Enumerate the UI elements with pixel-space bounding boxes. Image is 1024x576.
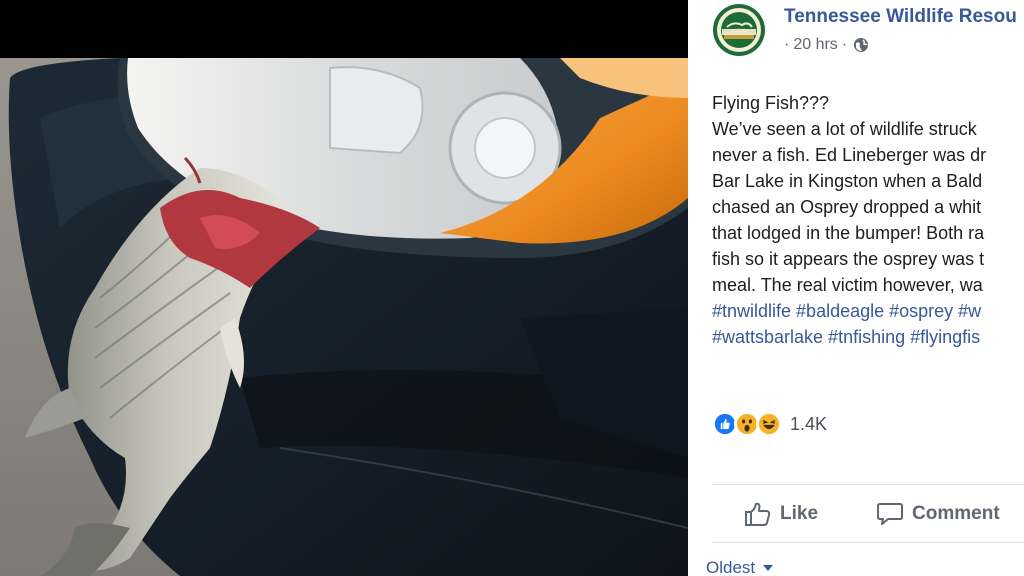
comment-sort-label: Oldest [706,558,756,576]
photo-viewer [0,0,688,576]
reaction-count[interactable]: 1.4K [790,414,827,435]
post-text-line: fish so it appears the osprey was t [712,249,985,269]
post-meta: · 20 hrs · [784,36,869,54]
post-text-line: Bar Lake in Kingston when a Bald [712,171,983,191]
globe-icon[interactable] [853,37,869,53]
divider [712,484,1024,485]
meta-separator: · [841,36,848,53]
post-text-line: that lodged in the bumper! Both ra [712,223,985,243]
post-text-line: never a fish. Ed Lineberger was dr [712,145,987,165]
reactions-summary[interactable]: 1.4K [712,410,827,438]
like-label: Like [780,503,819,524]
like-button[interactable]: Like [744,501,818,527]
avatar[interactable] [712,3,766,57]
hashtag-line[interactable]: #wattsbarlake #tnfishing #flyingfis [712,324,1024,350]
post-timestamp[interactable]: 20 hrs [793,36,837,54]
comment-label: Comment [912,503,1000,524]
divider [712,542,1024,543]
post-message: Flying Fish??? We’ve seen a lot of wildl… [712,90,1024,350]
fish-in-bumper-photo [0,58,688,576]
page-name-link[interactable]: Tennessee Wildlife Resou [784,6,1017,28]
post-action-bar: Like Comment [712,488,1024,540]
agency-logo-icon [713,4,765,56]
post-header: Tennessee Wildlife Resou · 20 hrs · [688,0,1024,60]
post-text-line: meal. The real victim however, wa [712,275,983,295]
hashtag-line[interactable]: #tnwildlife #baldeagle #osprey #w [712,298,1024,324]
post-text-line: Flying Fish??? [712,93,830,113]
comment-sort-dropdown[interactable]: Oldest [706,558,774,576]
post-panel: Tennessee Wildlife Resou · 20 hrs · Flyi… [688,0,1024,576]
haha-reaction-icon [756,411,782,437]
post-photo[interactable] [0,58,688,576]
comment-button[interactable]: Comment [876,501,1000,527]
post-text-line: We’ve seen a lot of wildlife struck [712,119,977,139]
post-text-line: chased an Osprey dropped a whit [712,197,982,217]
caret-down-icon [763,565,774,571]
thumbs-up-icon [745,502,771,526]
meta-separator: · [784,36,790,53]
comment-icon [877,503,904,525]
